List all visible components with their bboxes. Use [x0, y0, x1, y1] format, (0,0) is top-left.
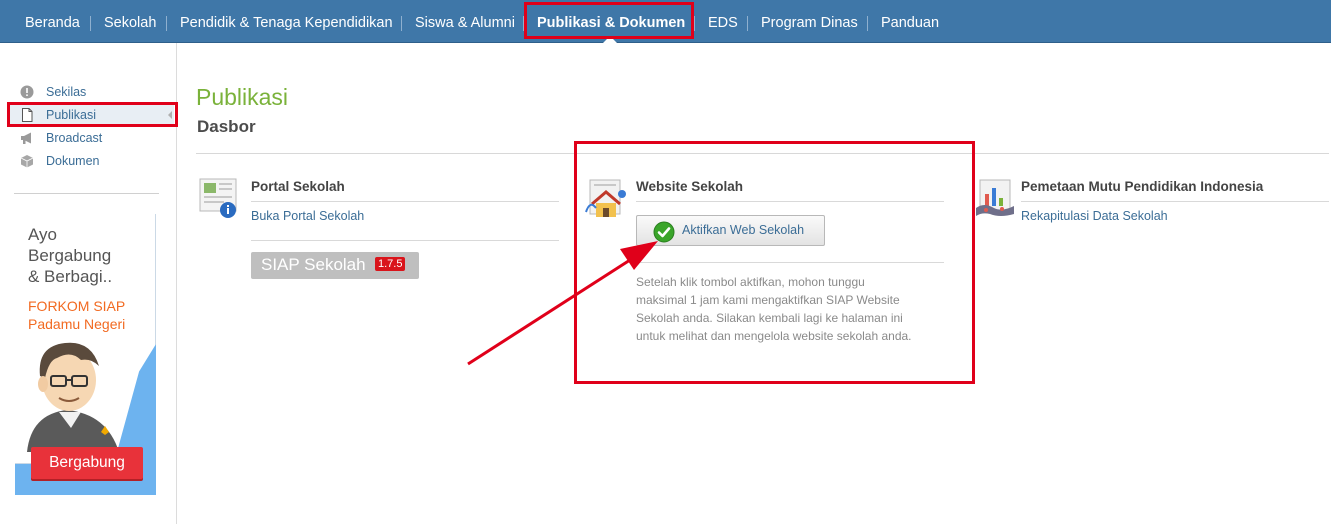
nav-highlight-box: [524, 2, 694, 39]
sidebar-item-label: Dokumen: [46, 154, 100, 168]
nav-item-pendidik[interactable]: Pendidik & Tenaga Kependidikan: [180, 0, 393, 42]
forkom-banner[interactable]: Ayo Bergabung & Berbagi.. FORKOM SIAP Pa…: [15, 214, 156, 495]
banner-text-line: Ayo: [28, 225, 57, 244]
card-title-portal-sekolah: Portal Sekolah: [251, 179, 345, 194]
nav-item-eds[interactable]: EDS: [708, 0, 738, 42]
sidebar-divider: [14, 193, 159, 194]
badge-version: 1.7.5: [375, 257, 406, 271]
join-button[interactable]: Bergabung: [31, 447, 143, 479]
sidebar-highlight-box: [7, 102, 178, 127]
badge-text: SIAP Sekolah: [261, 255, 366, 274]
school-data-recap-link[interactable]: Rekapitulasi Data Sekolah: [1021, 209, 1168, 223]
nav-separator: [747, 16, 748, 31]
page-subtitle: Dasbor: [197, 117, 256, 136]
quality-map-icon: [976, 179, 1014, 216]
sidebar-item-label: Sekilas: [46, 85, 87, 99]
megaphone-icon: [21, 132, 31, 144]
nav-item-beranda[interactable]: Beranda: [25, 0, 80, 42]
nav-item-panduan[interactable]: Panduan: [881, 0, 939, 42]
card-divider: [1021, 201, 1329, 202]
nav-item-siswa-alumni[interactable]: Siswa & Alumni: [415, 0, 515, 42]
nav-item-sekolah[interactable]: Sekolah: [104, 0, 156, 42]
nav-item-program-dinas[interactable]: Program Dinas: [761, 0, 858, 42]
sidebar-item-label: Broadcast: [46, 131, 103, 145]
mascot-illustration: [27, 342, 119, 452]
card-divider: [251, 201, 559, 202]
nav-separator: [401, 16, 402, 31]
box-icon: [20, 155, 34, 168]
website-card-highlight-box: [574, 141, 975, 384]
banner-text-line: & Berbagi..: [28, 267, 113, 286]
open-portal-link[interactable]: Buka Portal Sekolah: [251, 209, 364, 223]
siap-sekolah-badge: SIAP Sekolah 1.7.5: [251, 252, 419, 279]
nav-separator: [166, 16, 167, 31]
banner-text-line: Bergabung: [28, 246, 112, 265]
card-divider: [251, 240, 559, 241]
page-title: Publikasi: [196, 84, 289, 110]
banner-org-name: FORKOM SIAP: [28, 298, 126, 314]
nav-separator: [867, 16, 868, 31]
info-circle-icon: [20, 85, 34, 99]
nav-separator: [694, 16, 695, 31]
card-title-pemetaan-mutu: Pemetaan Mutu Pendidikan Indonesia: [1021, 179, 1264, 194]
nav-separator: [90, 16, 91, 31]
portal-page-icon: [199, 178, 237, 218]
banner-org-name: Padamu Negeri: [28, 316, 126, 332]
